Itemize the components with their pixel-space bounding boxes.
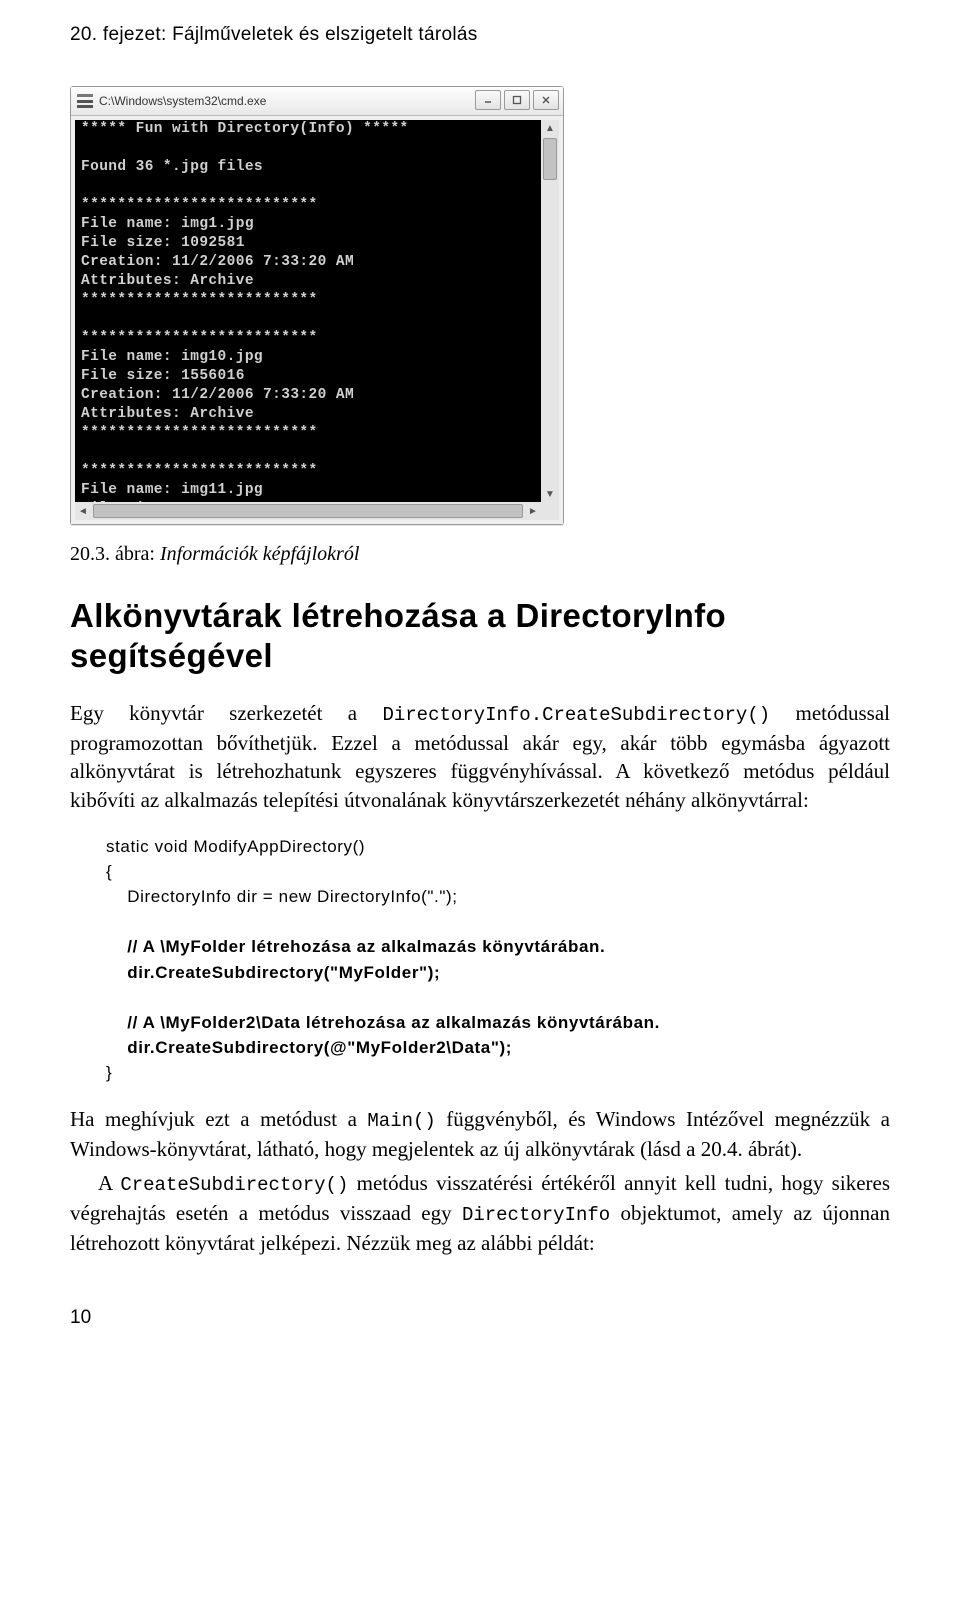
code-l7: dir.CreateSubdirectory(@"MyFolder2\Data"… <box>106 1038 512 1057</box>
p1-code-1: DirectoryInfo.CreateSubdirectory() <box>382 704 770 726</box>
scroll-right-icon[interactable]: ► <box>525 503 541 519</box>
vertical-scrollbar[interactable]: ▲ ▼ <box>541 120 559 502</box>
code-l3: DirectoryInfo dir = new DirectoryInfo(".… <box>106 887 458 906</box>
p3-a: A <box>98 1171 120 1195</box>
cmd-icon <box>77 94 93 108</box>
paragraph-2: Ha meghívjuk ezt a metódust a Main() füg… <box>70 1105 890 1163</box>
page-number: 10 <box>70 1307 890 1329</box>
scroll-left-icon[interactable]: ◄ <box>75 503 91 519</box>
code-l4: // A \MyFolder létrehozása az alkalmazás… <box>106 937 605 956</box>
cmd-titlebar: C:\Windows\system32\cmd.exe <box>71 87 563 116</box>
p2-code-1: Main() <box>367 1110 435 1132</box>
paragraph-3: A CreateSubdirectory() metódus visszatér… <box>70 1169 890 1257</box>
code-l8: } <box>106 1063 112 1082</box>
close-button[interactable] <box>533 90 559 110</box>
hscroll-thumb[interactable] <box>93 504 523 518</box>
horizontal-scrollbar[interactable]: ◄ ► <box>75 502 541 520</box>
minimize-button[interactable] <box>475 90 501 110</box>
p2-a: Ha meghívjuk ezt a metódust a <box>70 1107 367 1131</box>
p1-a: Egy könyvtár szerkezetét a <box>70 701 382 725</box>
code-l2: { <box>106 862 112 881</box>
scroll-corner <box>541 502 559 520</box>
code-block: static void ModifyAppDirectory() { Direc… <box>106 834 890 1086</box>
caption-label: 20.3. ábra: <box>70 543 155 565</box>
console-body: ***** Fun with Directory(Info) ***** Fou… <box>75 120 559 520</box>
cmd-title-path: C:\Windows\system32\cmd.exe <box>99 94 266 108</box>
figure-caption: 20.3. ábra: Információk képfájlokról <box>70 543 890 566</box>
paragraph-1: Egy könyvtár szerkezetét a DirectoryInfo… <box>70 699 890 814</box>
scroll-up-icon[interactable]: ▲ <box>542 120 558 136</box>
cmd-window: C:\Windows\system32\cmd.exe ***** Fun wi… <box>70 86 564 525</box>
scroll-down-icon[interactable]: ▼ <box>542 486 558 502</box>
maximize-button[interactable] <box>504 90 530 110</box>
console-wrap: ***** Fun with Directory(Info) ***** Fou… <box>71 116 563 524</box>
section-heading: Alkönyvtárak létrehozása a DirectoryInfo… <box>70 596 890 675</box>
p3-code-2: DirectoryInfo <box>462 1204 610 1226</box>
caption-text: Információk képfájlokról <box>160 543 359 565</box>
window-buttons <box>475 90 559 110</box>
p3-code-1: CreateSubdirectory() <box>120 1174 348 1196</box>
console-output: ***** Fun with Directory(Info) ***** Fou… <box>81 120 541 502</box>
running-head: 20. fejezet: Fájlműveletek és elszigetel… <box>70 0 890 46</box>
code-l1: static void ModifyAppDirectory() <box>106 837 365 856</box>
vscroll-thumb[interactable] <box>543 138 557 180</box>
code-l5: dir.CreateSubdirectory("MyFolder"); <box>106 963 440 982</box>
code-l6: // A \MyFolder2\Data létrehozása az alka… <box>106 1013 660 1032</box>
